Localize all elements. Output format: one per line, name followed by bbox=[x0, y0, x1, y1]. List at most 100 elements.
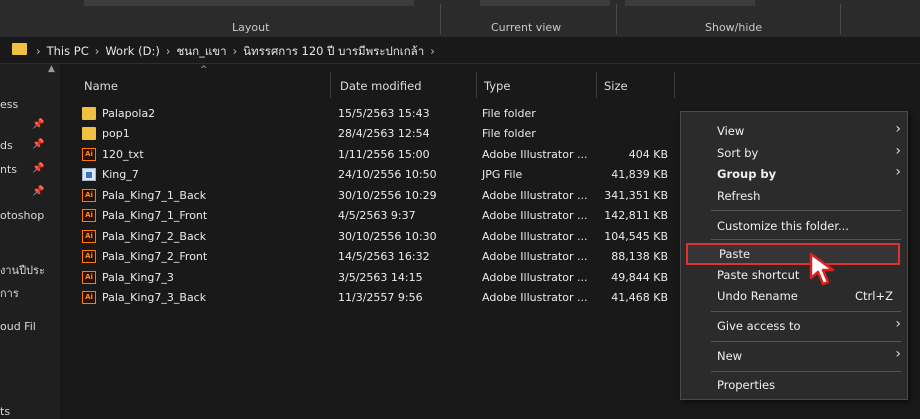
file-row[interactable]: Palapola2 15/5/2563 15:43 File folder bbox=[62, 104, 672, 124]
menu-item-label: Customize this folder... bbox=[717, 219, 849, 233]
column-divider[interactable] bbox=[476, 72, 477, 98]
file-name: Palapola2 bbox=[102, 107, 156, 120]
nav-item[interactable]: oud Fil bbox=[0, 320, 36, 333]
menu-item-sort-by[interactable]: Sort by › bbox=[681, 142, 907, 164]
chevron-right-icon: › bbox=[895, 316, 901, 332]
pin-icon: 📌 bbox=[32, 186, 45, 197]
pointer-cursor-icon bbox=[809, 252, 835, 286]
breadcrumb-this-pc[interactable]: This PC bbox=[47, 44, 89, 58]
column-divider[interactable] bbox=[674, 72, 675, 98]
breadcrumb-folder-2[interactable]: นิทรรศการ 120 ปี บารมีพระปกเกล้า bbox=[243, 44, 424, 58]
menu-separator bbox=[711, 239, 901, 240]
file-type: Adobe Illustrator ... bbox=[482, 250, 588, 263]
chevron-right-icon[interactable]: › bbox=[233, 44, 238, 58]
breadcrumb-work-drive[interactable]: Work (D:) bbox=[105, 44, 159, 58]
menu-item-label: Refresh bbox=[717, 189, 761, 203]
file-row[interactable]: Ai Pala_King7_2_Front 14/5/2563 16:32 Ad… bbox=[62, 247, 672, 267]
file-type: File folder bbox=[482, 127, 536, 140]
menu-separator bbox=[711, 341, 901, 342]
ribbon-divider bbox=[440, 4, 441, 34]
column-header-type[interactable]: Type bbox=[484, 79, 510, 93]
column-divider[interactable] bbox=[330, 72, 331, 98]
file-size: 341,351 KB bbox=[604, 189, 668, 202]
column-divider[interactable] bbox=[596, 72, 597, 98]
breadcrumb[interactable]: › This PC › Work (D:) › ชนก_แขา › นิทรรศการ 120… bbox=[36, 43, 441, 61]
menu-item-customize-folder[interactable]: Customize this folder... bbox=[681, 215, 907, 237]
chevron-right-icon[interactable]: › bbox=[95, 44, 100, 58]
nav-item[interactable]: งานปีประ bbox=[0, 261, 45, 279]
ribbon-control[interactable] bbox=[480, 0, 610, 6]
file-name: Pala_King7_3 bbox=[102, 271, 174, 284]
menu-item-label: Paste bbox=[719, 247, 751, 261]
column-header-size[interactable]: Size bbox=[604, 79, 628, 93]
chevron-right-icon[interactable]: › bbox=[430, 44, 435, 58]
menu-item-label: Undo Rename bbox=[717, 289, 798, 303]
breadcrumb-folder-1[interactable]: ชนก_แขา bbox=[176, 44, 226, 58]
file-date: 24/10/2556 10:50 bbox=[338, 168, 437, 181]
menu-item-paste[interactable]: Paste bbox=[686, 243, 900, 265]
illustrator-file-icon: Ai bbox=[82, 291, 96, 304]
menu-item-paste-shortcut[interactable]: Paste shortcut bbox=[681, 264, 907, 286]
menu-item-group-by[interactable]: Group by › bbox=[681, 163, 907, 185]
illustrator-file-icon: Ai bbox=[82, 271, 96, 284]
nav-item[interactable]: ts bbox=[0, 405, 10, 418]
file-date: 11/3/2557 9:56 bbox=[338, 291, 423, 304]
file-type: JPG File bbox=[482, 168, 523, 181]
menu-item-label: Properties bbox=[717, 378, 776, 392]
column-header-name[interactable]: Name bbox=[84, 79, 118, 93]
column-header-date[interactable]: Date modified bbox=[340, 79, 422, 93]
ribbon-control[interactable] bbox=[625, 0, 755, 6]
file-row[interactable]: Ai Pala_King7_1_Front 4/5/2563 9:37 Adob… bbox=[62, 206, 672, 226]
file-row[interactable]: Ai 120_txt 1/11/2556 15:00 Adobe Illustr… bbox=[62, 145, 672, 165]
nav-item[interactable]: otoshop bbox=[0, 209, 44, 222]
pin-icon: 📌 bbox=[32, 139, 45, 150]
file-name: 120_txt bbox=[102, 148, 144, 161]
menu-item-properties[interactable]: Properties bbox=[681, 374, 907, 396]
menu-separator bbox=[711, 371, 901, 372]
nav-item[interactable]: การ bbox=[0, 284, 19, 302]
file-row[interactable]: Ai Pala_King7_2_Back 30/10/2556 10:30 Ad… bbox=[62, 227, 672, 247]
chevron-right-icon: › bbox=[895, 346, 901, 362]
ribbon-group-show-hide: Show/hide bbox=[705, 21, 763, 34]
file-name: Pala_King7_1_Back bbox=[102, 189, 207, 202]
file-date: 4/5/2563 9:37 bbox=[338, 209, 416, 222]
ribbon-control[interactable] bbox=[84, 0, 414, 6]
file-row[interactable]: pop1 28/4/2563 12:54 File folder bbox=[62, 124, 672, 144]
chevron-right-icon[interactable]: › bbox=[166, 44, 171, 58]
menu-item-view[interactable]: View › bbox=[681, 120, 907, 142]
nav-item[interactable]: ess bbox=[0, 98, 18, 111]
file-row[interactable]: Ai Pala_King7_3 3/5/2563 14:15 Adobe Ill… bbox=[62, 268, 672, 288]
illustrator-file-icon: Ai bbox=[82, 209, 96, 222]
nav-item[interactable]: nts bbox=[0, 163, 17, 176]
address-bar[interactable]: › This PC › Work (D:) › ชนก_แขา › นิทรรศการ 120… bbox=[0, 37, 920, 64]
file-type: Adobe Illustrator ... bbox=[482, 209, 588, 222]
chevron-right-icon: › bbox=[36, 44, 41, 58]
menu-item-label: Paste shortcut bbox=[717, 268, 800, 282]
scroll-up-icon[interactable]: ▲ bbox=[48, 64, 55, 74]
file-name: Pala_King7_1_Front bbox=[102, 209, 208, 222]
file-size: 142,811 KB bbox=[604, 209, 668, 222]
menu-item-give-access[interactable]: Give access to › bbox=[681, 315, 907, 337]
jpg-file-icon bbox=[82, 168, 96, 181]
menu-item-refresh[interactable]: Refresh bbox=[681, 185, 907, 207]
ribbon-divider bbox=[840, 4, 841, 34]
nav-item[interactable]: ds bbox=[0, 139, 13, 152]
sort-ascending-icon: ^ bbox=[200, 65, 208, 75]
file-size: 88,138 KB bbox=[611, 250, 668, 263]
menu-separator bbox=[711, 311, 901, 312]
menu-item-label: New bbox=[717, 349, 743, 363]
file-row[interactable]: Ai Pala_King7_1_Back 30/10/2556 10:29 Ad… bbox=[62, 186, 672, 206]
menu-item-label: Group by bbox=[717, 167, 777, 181]
file-row[interactable]: Ai Pala_King7_3_Back 11/3/2557 9:56 Adob… bbox=[62, 288, 672, 308]
pin-icon: 📌 bbox=[32, 163, 45, 174]
file-date: 14/5/2563 16:32 bbox=[338, 250, 430, 263]
folder-icon bbox=[12, 43, 27, 55]
file-row[interactable]: King_7 24/10/2556 10:50 JPG File 41,839 … bbox=[62, 165, 672, 185]
menu-item-label: Sort by bbox=[717, 146, 759, 160]
file-date: 1/11/2556 15:00 bbox=[338, 148, 430, 161]
folder-icon bbox=[82, 127, 96, 140]
file-name: Pala_King7_2_Back bbox=[102, 230, 207, 243]
menu-item-new[interactable]: New › bbox=[681, 345, 907, 367]
file-type: Adobe Illustrator ... bbox=[482, 230, 588, 243]
menu-item-undo-rename[interactable]: Undo Rename Ctrl+Z bbox=[681, 285, 907, 307]
